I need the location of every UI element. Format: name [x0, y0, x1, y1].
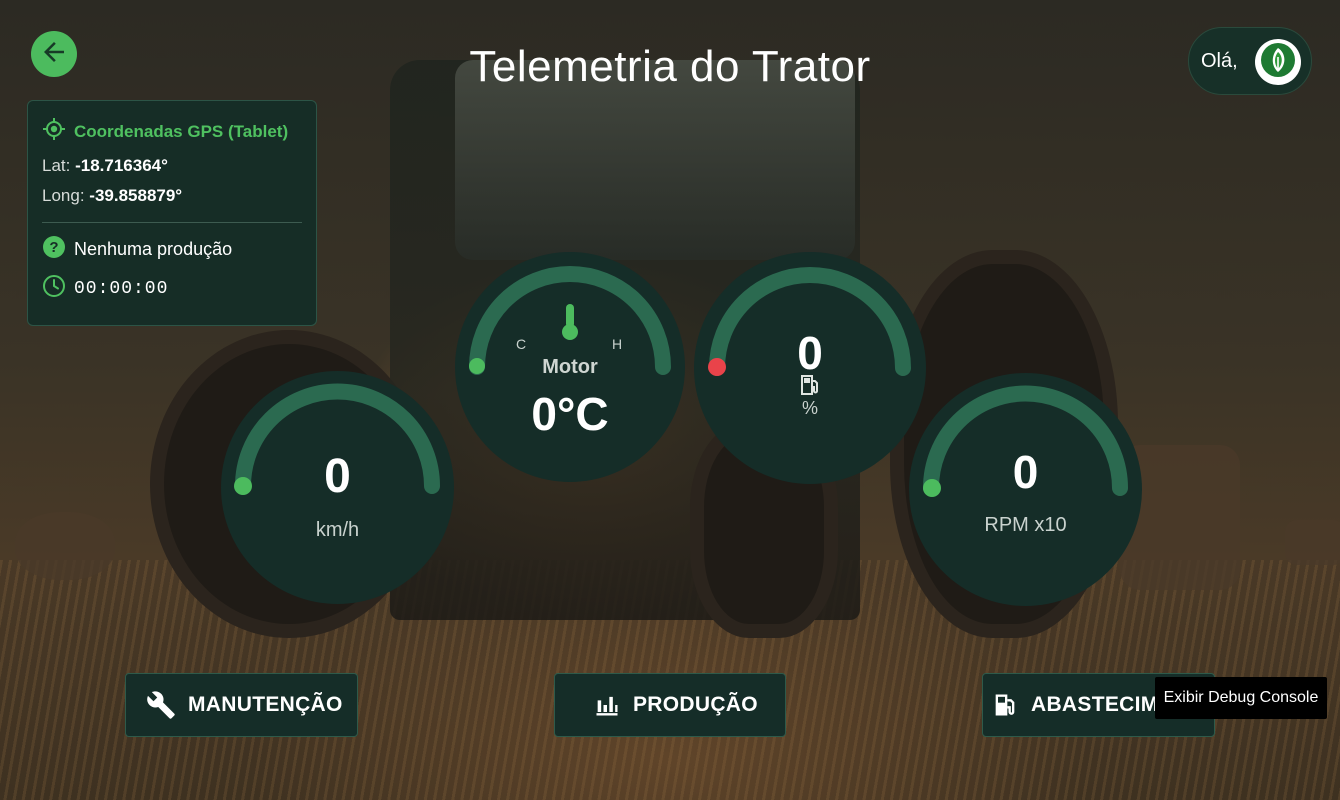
- speed-unit: km/h: [315, 519, 360, 541]
- fuel-pump-icon: [991, 691, 1019, 719]
- latitude-value: -18.716364°: [75, 156, 168, 175]
- avatar: [1255, 39, 1301, 85]
- page-title: Telemetria do Trator: [469, 42, 871, 91]
- speed-gauge: 0 km/h: [221, 371, 454, 604]
- svg-text:?: ?: [49, 239, 58, 256]
- gps-title: Coordenadas GPS (Tablet): [74, 121, 289, 141]
- fuel-gauge: 0 %: [694, 252, 926, 484]
- rpm-gauge: 0 RPM x10: [909, 373, 1142, 606]
- divider: [42, 222, 302, 223]
- timer-row: 00:00:00: [42, 274, 302, 303]
- gps-card-header: Coordenadas GPS (Tablet): [42, 117, 302, 146]
- hot-label: H: [612, 336, 623, 352]
- maintenance-button[interactable]: MANUTENÇÃO: [125, 673, 358, 737]
- motor-label: Motor: [542, 356, 598, 378]
- gps-target-icon: [42, 117, 66, 146]
- cold-label: C: [516, 336, 527, 352]
- wrench-icon: [146, 690, 176, 720]
- gps-card: Coordenadas GPS (Tablet) Lat: -18.716364…: [27, 100, 317, 326]
- leaf-logo-icon: [1259, 41, 1297, 84]
- latitude-row: Lat: -18.716364°: [42, 156, 302, 176]
- bar-chart-icon: [593, 691, 621, 719]
- rpm-value: 0: [1012, 446, 1039, 498]
- fuel-unit: %: [801, 398, 818, 418]
- production-label: PRODUÇÃO: [633, 693, 758, 716]
- latitude-label: Lat:: [42, 156, 71, 175]
- clock-icon: [42, 274, 66, 303]
- speed-value: 0: [324, 450, 351, 503]
- user-menu[interactable]: Olá,: [1188, 27, 1312, 95]
- production-status: Nenhuma produção: [74, 239, 233, 259]
- fuel-value: 0: [797, 327, 823, 379]
- debug-console-tooltip[interactable]: Exibir Debug Console: [1155, 677, 1327, 719]
- production-button[interactable]: PRODUÇÃO: [554, 673, 786, 737]
- production-status-row: ? Nenhuma produção: [42, 235, 302, 264]
- longitude-row: Long: -39.858879°: [42, 186, 302, 206]
- help-circle-icon: ?: [42, 235, 66, 264]
- hay-bale-far-right: [1285, 520, 1340, 565]
- rpm-unit: RPM x10: [984, 514, 1067, 536]
- longitude-label: Long:: [42, 186, 85, 205]
- hay-bale-left: [15, 512, 115, 580]
- user-greeting: Olá,: [1201, 49, 1238, 72]
- motor-temp-value: 0°C: [531, 388, 609, 440]
- longitude-value: -39.858879°: [89, 186, 183, 205]
- production-timer: 00:00:00: [74, 278, 169, 299]
- motor-temp-gauge: C H Motor 0°C: [455, 252, 685, 482]
- maintenance-label: MANUTENÇÃO: [188, 693, 343, 716]
